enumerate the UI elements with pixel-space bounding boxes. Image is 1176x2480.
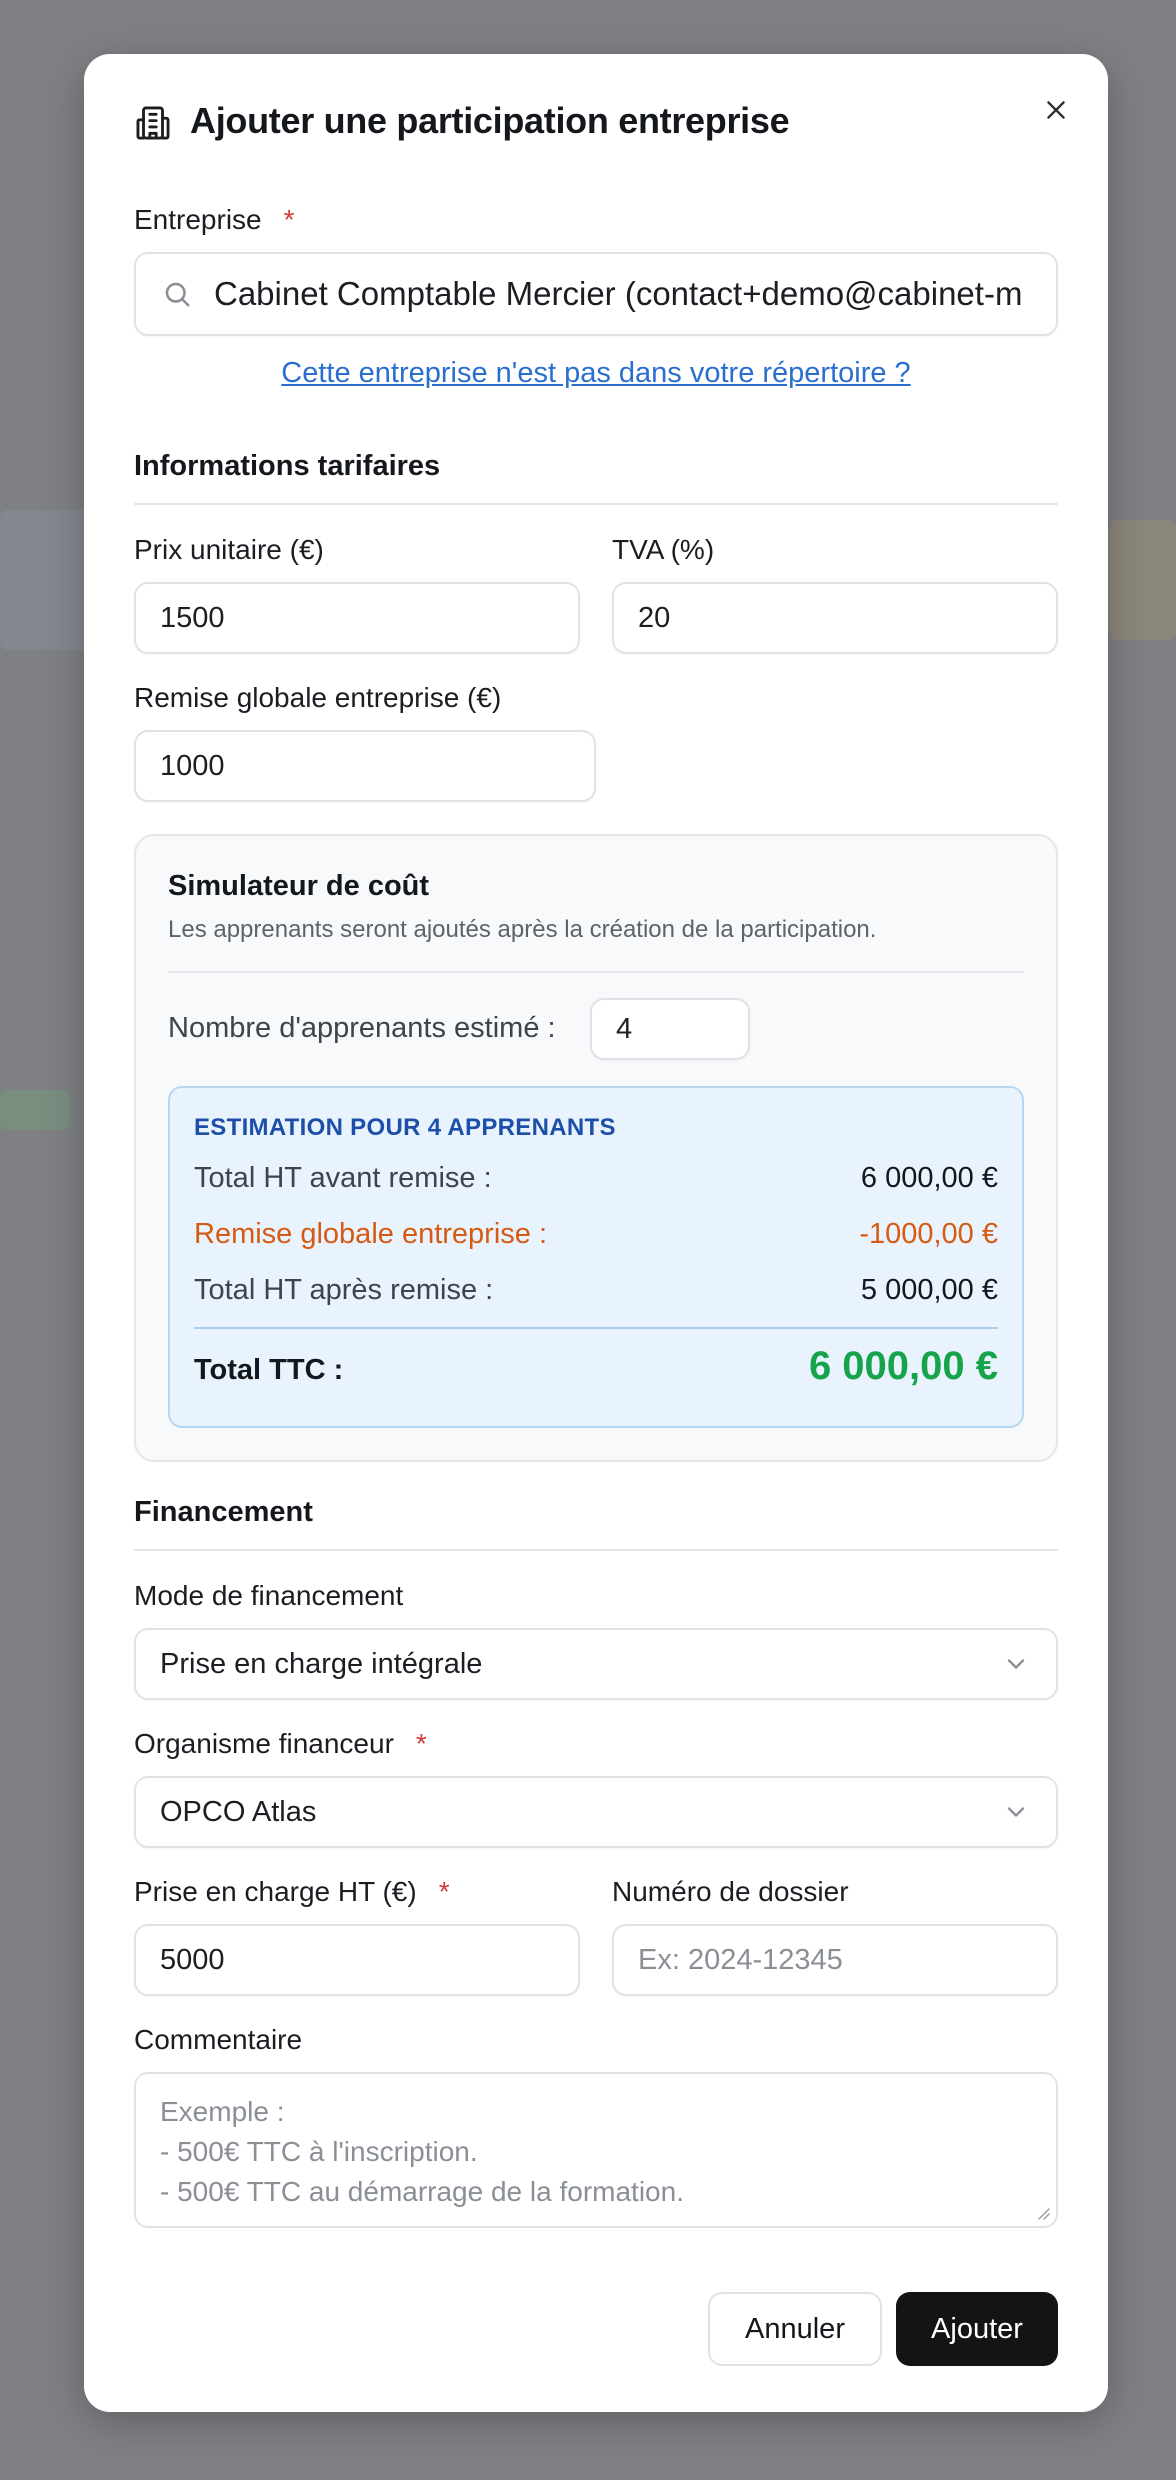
financing-section-title: Financement — [134, 1496, 313, 1528]
search-icon — [165, 282, 190, 307]
required-mark: * — [283, 204, 295, 235]
unit-price-label: Prix unitaire (€) — [134, 534, 324, 565]
comment-placeholder-line: - 500€ TTC à l'inscription. — [160, 2136, 478, 2167]
company-label: Entreprise * — [134, 204, 295, 236]
financing-divider — [134, 1549, 1058, 1551]
company-search-value: Cabinet Comptable Mercier (contact+demo@… — [214, 275, 1023, 312]
simulator-subtitle: Les apprenants seront ajoutés après la c… — [168, 916, 877, 943]
file-number-label: Numéro de dossier — [612, 1876, 849, 1907]
estimate-divider — [194, 1327, 998, 1329]
close-icon — [1047, 101, 1065, 119]
company-search-input[interactable]: Cabinet Comptable Mercier (contact+demo@… — [134, 252, 1058, 336]
funder-label-text: Organisme financeur — [134, 1728, 394, 1759]
vat-input[interactable]: 20 — [612, 582, 1058, 654]
vat-label: TVA (%) — [612, 534, 715, 565]
learners-count-input[interactable]: 4 — [590, 998, 750, 1060]
file-number-input[interactable]: Ex: 2024-12345 — [612, 1924, 1058, 1996]
estimate-row-value: 5 000,00 € — [860, 1274, 998, 1306]
estimate-row-value: 6 000,00 € — [860, 1162, 998, 1194]
dialog-title: Ajouter une participation entreprise — [190, 100, 790, 141]
simulator-title: Simulateur de coût — [168, 870, 430, 902]
pricing-section-title: Informations tarifaires — [134, 450, 441, 482]
company-label-text: Entreprise — [134, 204, 262, 235]
submit-button[interactable]: Ajouter — [896, 2292, 1058, 2366]
financing-mode-label: Mode de financement — [134, 1580, 404, 1611]
chevron-down-icon — [1007, 1659, 1025, 1669]
chevron-down-icon — [1007, 1807, 1025, 1817]
estimate-discount-value: -1000,00 € — [859, 1218, 998, 1250]
estimate-discount-label: Remise globale entreprise : — [194, 1218, 548, 1250]
learners-count-label: Nombre d'apprenants estimé : — [168, 1012, 556, 1044]
close-button[interactable] — [1034, 88, 1078, 132]
coverage-label-text: Prise en charge HT (€) — [134, 1876, 417, 1907]
building-document-icon — [136, 106, 170, 140]
funder-label: Organisme financeur * — [134, 1728, 427, 1760]
comment-label: Commentaire — [134, 2024, 303, 2055]
simulator-divider — [168, 971, 1024, 973]
estimate-title: ESTIMATION POUR 4 APPRENANTS — [194, 1114, 616, 1141]
comment-placeholder-line: Exemple : — [160, 2096, 285, 2127]
estimate-row-label: Total HT avant remise : — [194, 1162, 492, 1194]
required-mark: * — [415, 1728, 427, 1759]
resize-handle-icon[interactable] — [1034, 2204, 1050, 2220]
estimate-row-label: Total HT après remise : — [194, 1274, 494, 1306]
coverage-label: Prise en charge HT (€) * — [134, 1876, 450, 1908]
funder-select[interactable]: OPCO Atlas — [134, 1776, 1058, 1848]
discount-label: Remise globale entreprise (€) — [134, 682, 502, 713]
comment-placeholder-line: - 500€ TTC au démarrage de la formation. — [160, 2176, 684, 2207]
required-mark: * — [438, 1876, 450, 1907]
pricing-divider — [134, 503, 1058, 505]
cancel-button[interactable]: Annuler — [708, 2292, 882, 2366]
discount-input[interactable]: 1000 — [134, 730, 596, 802]
company-not-in-directory-link[interactable]: Cette entreprise n'est pas dans votre ré… — [84, 357, 1108, 390]
coverage-input[interactable]: 5000 — [134, 1924, 580, 1996]
add-company-participation-dialog: Ajouter une participation entreprise Ent… — [84, 54, 1108, 2412]
financing-mode-value: Prise en charge intégrale — [160, 1647, 483, 1680]
comment-textarea[interactable]: Exemple : - 500€ TTC à l'inscription. - … — [134, 2072, 1058, 2228]
total-ttc-value: 6 000,00 € — [808, 1344, 998, 1388]
unit-price-input[interactable]: 1500 — [134, 582, 580, 654]
financing-mode-select[interactable]: Prise en charge intégrale — [134, 1628, 1058, 1700]
total-ttc-label: Total TTC : — [194, 1354, 344, 1386]
funder-value: OPCO Atlas — [160, 1795, 317, 1828]
